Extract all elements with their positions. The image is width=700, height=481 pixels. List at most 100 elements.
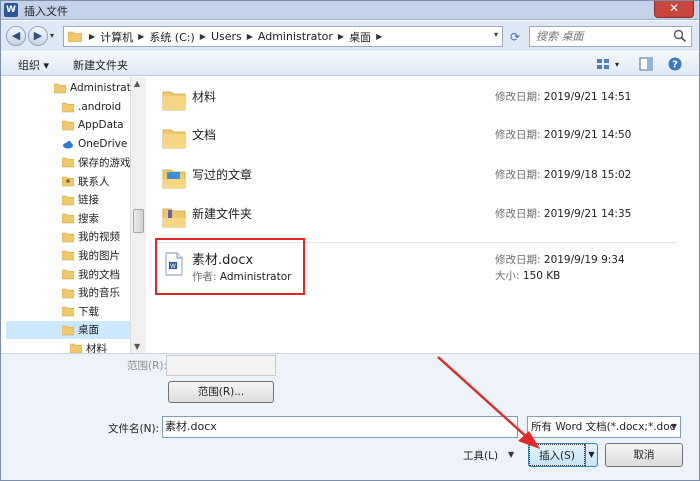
folder-icon [62, 195, 74, 205]
sidebar-item-7[interactable]: 搜索 [6, 209, 130, 227]
dialog-footer: 范围(R): 范围(R)... 文件名(N): 素材.docx 所有 Word … [0, 353, 700, 481]
sidebar-item-6[interactable]: 链接 [6, 191, 130, 209]
folder-icon [62, 158, 74, 168]
folder-icon [62, 288, 74, 298]
file-date: 2019/9/21 14:50 [543, 129, 632, 141]
sidebar-item-label: 材料 [86, 342, 107, 353]
address-bar[interactable]: ▶ 计算机 ▶ 系统 (C:) ▶ Users ▶ Administrator … [63, 26, 503, 47]
folder-icon [62, 325, 74, 336]
crumb-system-drive[interactable]: 系统 (C:) [149, 29, 194, 45]
preview-pane-icon[interactable] [638, 56, 654, 72]
sidebar-item-11[interactable]: 我的音乐 [6, 284, 130, 302]
insert-label[interactable]: 插入(S) [529, 444, 585, 466]
cloud-icon [63, 140, 73, 149]
sidebar-item-label: 联系人 [78, 175, 110, 188]
insert-button[interactable]: 插入(S) ▼ [528, 443, 598, 467]
sidebar-item-1[interactable]: .android [6, 98, 130, 116]
folder-icon [62, 232, 74, 243]
filetype-value: 所有 Word 文档(*.docx;*.doc [531, 421, 676, 433]
title-bar: W 插入文件 ✕ [0, 0, 700, 20]
contacts-icon [62, 176, 74, 187]
filetype-select[interactable]: 所有 Word 文档(*.docx;*.doc ▼ [527, 416, 681, 438]
sidebar-item-8[interactable]: 我的视频 [6, 228, 130, 246]
folder-icon [62, 120, 74, 131]
file-name: 文档 [192, 128, 217, 142]
scroll-up-icon[interactable]: ▲ [134, 79, 140, 88]
file-date: 2019/9/21 14:51 [543, 91, 632, 103]
filename-input[interactable]: 素材.docx [162, 416, 518, 438]
file-row-materials[interactable]: 材料 修改日期: 2019/9/21 14:51 [155, 81, 675, 121]
close-button[interactable]: ✕ [654, 0, 694, 18]
view-options-icon[interactable] [595, 56, 611, 72]
folder-icon [62, 306, 74, 317]
file-name: 写过的文章 [192, 168, 253, 182]
sidebar-item-5[interactable]: 联系人 [6, 172, 130, 190]
nav-scrollbar[interactable]: ▲ ▼ [130, 77, 146, 353]
sidebar-item-12[interactable]: 下载 [6, 302, 130, 320]
chevron-right-icon[interactable]: ▶ [247, 32, 253, 41]
search-icon[interactable] [673, 29, 687, 43]
size-label: 大小: [495, 270, 520, 282]
sidebar-item-label: 下载 [78, 305, 99, 318]
folder-icon [70, 344, 82, 353]
crumb-computer[interactable]: 计算机 [100, 29, 133, 45]
sidebar-item-3[interactable]: OneDrive [6, 135, 130, 153]
file-name: 新建文件夹 [192, 207, 253, 221]
sidebar-item-4[interactable]: 保存的游戏 [6, 153, 130, 171]
file-row-documents[interactable]: 文档 修改日期: 2019/9/21 14:50 [155, 119, 675, 159]
crumb-desktop[interactable]: 桌面 [349, 29, 371, 45]
svg-text:?: ? [672, 60, 678, 71]
navigation-pane: Administrato .android AppData OneDrive 保存的游戏… [6, 77, 130, 353]
new-folder-button[interactable]: 新建文件夹 [73, 57, 128, 73]
breadcrumb: ▶ 计算机 ▶ 系统 (C:) ▶ Users ▶ Administrator … [84, 27, 387, 46]
chevron-right-icon[interactable]: ▶ [376, 32, 382, 41]
organize-button[interactable]: 组织 ▾ [18, 57, 49, 73]
word-app-icon: W [4, 3, 18, 17]
cancel-button[interactable]: 取消 [605, 443, 683, 467]
filename-label: 文件名(N): [108, 423, 160, 435]
scroll-thumb[interactable] [133, 209, 144, 233]
view-dropdown-icon[interactable]: ▾ [615, 60, 619, 69]
range-input [166, 355, 276, 376]
search-input[interactable] [530, 27, 665, 46]
refresh-icon[interactable]: ⟳ [506, 28, 524, 46]
date-label: 修改日期: [495, 91, 541, 103]
sidebar-item-2[interactable]: AppData [6, 116, 130, 134]
folder-icon [162, 91, 186, 111]
chevron-down-icon[interactable]: ▼ [671, 417, 677, 437]
sidebar-item-label: 我的图片 [78, 249, 120, 262]
search-box[interactable] [529, 26, 692, 47]
chevron-right-icon[interactable]: ▶ [89, 32, 95, 41]
insert-dropdown-icon[interactable]: ▼ [585, 444, 597, 466]
sidebar-item-0[interactable]: Administrato [6, 79, 130, 97]
forward-button[interactable]: ▶ [28, 26, 48, 46]
sidebar-item-10[interactable]: 我的文档 [6, 265, 130, 283]
sidebar-item-label: Administrato [70, 82, 130, 94]
docx-date: 2019/9/19 9:34 [543, 254, 625, 266]
scroll-down-icon[interactable]: ▼ [134, 342, 140, 351]
address-dropdown-icon[interactable]: ▾ [494, 30, 498, 39]
highlight-annotation-box [155, 238, 305, 295]
sidebar-item-9[interactable]: 我的图片 [6, 246, 130, 264]
sidebar-item-label: .android [78, 100, 122, 113]
sidebar-item-13[interactable]: 桌面 [6, 320, 130, 339]
crumb-users[interactable]: Users [211, 30, 242, 43]
back-button[interactable]: ◀ [6, 26, 26, 46]
sidebar-item-14[interactable]: 材料 [6, 339, 130, 353]
history-dropdown-icon[interactable]: ▾ [50, 31, 60, 41]
date-label: 修改日期: [495, 254, 541, 266]
crumb-administrator[interactable]: Administrator [258, 30, 333, 43]
chevron-right-icon[interactable]: ▶ [338, 32, 344, 41]
sidebar-item-label: 我的文档 [78, 268, 120, 281]
chevron-right-icon[interactable]: ▶ [200, 32, 206, 41]
tools-button[interactable]: 工具(L) [463, 448, 498, 463]
chevron-right-icon[interactable]: ▶ [138, 32, 144, 41]
file-row-new-folder[interactable]: 新建文件夹 修改日期: 2019/9/21 14:35 [155, 198, 675, 238]
range-button[interactable]: 范围(R)... [168, 381, 274, 403]
tools-dropdown-icon[interactable]: ▼ [508, 450, 514, 459]
sidebar-item-label: 链接 [78, 194, 99, 207]
help-icon[interactable]: ? [667, 56, 683, 72]
date-label: 修改日期: [495, 169, 541, 181]
folder-icon [62, 213, 74, 224]
file-row-articles[interactable]: 写过的文章 修改日期: 2019/9/18 15:02 [155, 159, 675, 199]
